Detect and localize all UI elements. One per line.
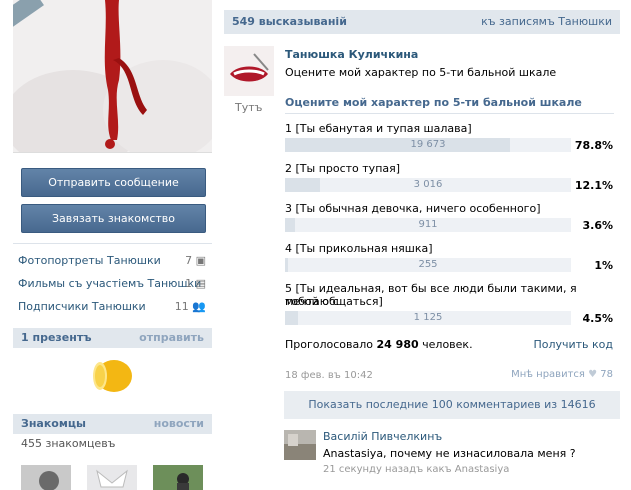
poll-votes: 19 673 (410, 139, 446, 150)
friends-title[interactable]: Знакомцы (21, 417, 86, 430)
comment-author[interactable]: Василій Пивчелкинъ (323, 430, 442, 443)
wall-to-posts-link[interactable]: къ записямъ Танюшки (481, 15, 612, 28)
link-films[interactable]: Фильмы съ участiемъ Танюшки 1 ▤ (18, 277, 206, 295)
poll-total-prefix: Проголосовало (285, 338, 374, 351)
poll-percent: 78.8% (574, 139, 613, 152)
poll-percent: 4.5% (582, 312, 613, 325)
poll-divider (285, 113, 614, 114)
link-photos[interactable]: Фотопортреты Танюшки 7 ▣ (18, 254, 206, 272)
befriend-button[interactable]: Завязать знакомство (21, 204, 206, 233)
divider (13, 243, 212, 244)
link-photos-label[interactable]: Фотопортреты Танюшки (18, 254, 161, 267)
poll-votes: 3 016 (413, 179, 443, 190)
poll-votes: 1 125 (413, 312, 443, 323)
poll-bar[interactable]: 255 (285, 258, 571, 272)
avatar-caption: Тутъ (235, 101, 263, 114)
heart-icon: ♥ (588, 369, 598, 380)
comment-meta[interactable]: 21 секунду назадъ какъ Anastasiya (323, 464, 509, 475)
film-icon: ▤ (195, 277, 206, 290)
link-subscribers-label[interactable]: Подписчики Танюшки (18, 300, 146, 313)
lemon-gift-icon[interactable] (90, 356, 134, 396)
friend-avatar[interactable] (153, 465, 203, 490)
poll-bar[interactable]: 3 016 (285, 178, 571, 192)
poll-percent: 1% (594, 259, 613, 272)
poll-percent: 3.6% (582, 219, 613, 232)
gifts-header: 1 презентъ отправить (13, 328, 212, 348)
friend-avatar[interactable] (21, 465, 71, 490)
poll-option-label[interactable]: 4 [Ты прикольная няшка] (285, 242, 605, 255)
poll-total-votes: 24 980 (376, 338, 419, 351)
link-subscribers[interactable]: Подписчики Танюшки 11 👥 (18, 300, 206, 318)
send-gift-link[interactable]: отправить (139, 331, 204, 344)
link-subscribers-count: 11 👥 (174, 300, 206, 313)
camera-icon: ▣ (195, 254, 206, 267)
poll-title: Оцените мой характер по 5-ти бальной шка… (285, 96, 582, 109)
show-comments-button[interactable]: Показать последние 100 комментариев из 1… (284, 391, 620, 419)
send-message-button[interactable]: Отправить сообщение (21, 168, 206, 197)
poll-percent: 12.1% (574, 179, 613, 192)
post-author-avatar[interactable] (224, 46, 274, 96)
get-code-link[interactable]: Получить код (533, 338, 613, 351)
wall-header: 549 высказываній къ записямъ Танюшки (224, 10, 620, 34)
gifts-title[interactable]: 1 презентъ (21, 331, 92, 344)
link-films-label[interactable]: Фильмы съ участiемъ Танюшки (18, 277, 201, 290)
poll-bar[interactable]: 911 (285, 218, 571, 232)
like-count: 78 (600, 369, 613, 380)
poll-bar[interactable]: 19 673 (285, 138, 571, 152)
post-text: Оцените мой характер по 5-ти бальной шка… (285, 66, 557, 79)
poll-option-label[interactable]: 2 [Ты просто тупая] (285, 162, 605, 175)
like-button[interactable]: Мнѣ нравится ♥ 78 (511, 369, 613, 380)
poll-option-label[interactable]: 3 [Ты обычная девочка, ничего особенного… (285, 202, 605, 215)
link-films-count: 1 ▤ (185, 277, 206, 290)
like-label: Мнѣ нравится (511, 369, 585, 380)
comment-text: Anastasiya, почему не изнасиловала меня … (323, 447, 576, 460)
post-date[interactable]: 18 фев. въ 10:42 (285, 370, 373, 381)
wall-count[interactable]: 549 высказываній (232, 15, 347, 28)
poll-votes: 911 (418, 219, 438, 230)
friends-count: 455 знакомцевъ (21, 437, 116, 450)
poll-total-suffix: человек. (422, 338, 473, 351)
poll-option-label-cont[interactable]: тобой общаться] (285, 295, 605, 308)
friends-header: Знакомцы новости (13, 414, 212, 434)
friend-avatar[interactable] (87, 465, 137, 490)
poll-total: Проголосовало 24 980 человек. (285, 338, 473, 351)
link-photos-count: 7 ▣ (185, 254, 206, 267)
users-icon: 👥 (192, 300, 206, 313)
profile-photo[interactable] (13, 0, 212, 153)
poll-bar[interactable]: 1 125 (285, 311, 571, 325)
poll-votes: 255 (418, 259, 438, 270)
post-author[interactable]: Танюшка Куличкина (285, 48, 418, 61)
friends-news-link[interactable]: новости (154, 417, 204, 430)
comment-author-avatar[interactable] (284, 430, 316, 460)
poll-option-label[interactable]: 1 [Ты ебанутая и тупая шалава] (285, 122, 605, 135)
